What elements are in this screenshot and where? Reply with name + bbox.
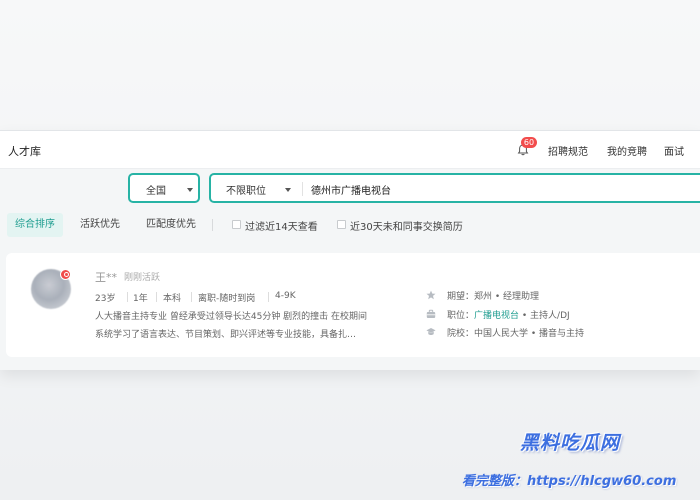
- candidate-description-line1: 人大播音主持专业 曾经承受过领导长达45分钟 剧烈的撞击 在校期间: [95, 312, 368, 322]
- candidate-education: 本科: [163, 294, 182, 304]
- candidate-age: 23岁: [95, 294, 116, 304]
- search-row: 全国 不限职位: [0, 171, 700, 207]
- position-filter-select[interactable]: 不限职位: [226, 182, 266, 197]
- watermark-brand: 黑料吃瓜网: [520, 432, 621, 454]
- candidate-card[interactable]: 王** 刚刚活跃 23岁 1年 本科 离职-随时到岗 4-9K 人大播音主持专业…: [6, 253, 700, 357]
- nav-interview[interactable]: 面试: [664, 143, 684, 158]
- divider: [212, 219, 213, 231]
- job-label: 职位：: [447, 311, 475, 321]
- nav-recruit-rules[interactable]: 招聘规范: [548, 143, 588, 158]
- divider: [302, 182, 303, 196]
- school-line: 院校：中国人民大学 • 播音与主持: [447, 326, 584, 339]
- nav-my-bids[interactable]: 我的竞聘: [607, 143, 647, 158]
- school-value: 中国人民大学 • 播音与主持: [474, 329, 585, 339]
- candidate-salary: 4-9K: [275, 291, 296, 301]
- candidate-status: 离职-随时到岗: [198, 294, 256, 304]
- expect-value: 郑州 • 经理助理: [474, 292, 540, 302]
- candidate-description-line2: 系统学习了语言表达、节目策划、即兴评述等专业技能，具备扎…: [95, 330, 357, 340]
- divider: [191, 292, 192, 302]
- divider: [156, 292, 157, 302]
- chevron-down-icon: [285, 188, 291, 192]
- briefcase-icon: [426, 309, 436, 318]
- search-icon: [60, 269, 71, 280]
- candidate-name[interactable]: 王**: [95, 269, 117, 285]
- notification-badge: 60: [521, 137, 537, 148]
- region-value: 全国: [146, 186, 166, 197]
- sort-tab-active-first[interactable]: 活跃优先: [80, 213, 120, 237]
- divider: [127, 292, 128, 302]
- divider: [268, 292, 269, 302]
- sort-tab-match-first[interactable]: 匹配度优先: [146, 213, 196, 237]
- candidate-experience: 1年: [133, 294, 148, 304]
- graduation-cap-icon: [426, 328, 436, 336]
- page-title: 人才库: [8, 145, 41, 158]
- expect-label: 期望：: [447, 292, 475, 302]
- job-role: • 主持人/DJ: [519, 311, 570, 321]
- activity-status: 刚刚活跃: [124, 273, 161, 283]
- sort-row: 综合排序 活跃优先 匹配度优先 过滤近14天查看 近30天未和同事交换简历: [0, 211, 700, 239]
- school-label: 院校：: [447, 329, 475, 339]
- filter-no-exchange-label[interactable]: 近30天未和同事交换简历: [350, 218, 463, 233]
- top-bar: 人才库 60 招聘规范 我的竞聘 面试: [0, 131, 700, 169]
- filter-recent-viewed-label[interactable]: 过滤近14天查看: [245, 218, 318, 233]
- watermark-url: 看完整版：https://hlcgw60.com: [462, 474, 677, 489]
- talent-pool-panel: 人才库 60 招聘规范 我的竞聘 面试 全国 不限职位 综合排序 活跃优先 匹配…: [0, 130, 700, 370]
- expect-line: 期望：郑州 • 经理助理: [447, 289, 539, 302]
- job-company-link[interactable]: 广播电视台: [474, 311, 519, 321]
- filter-recent-viewed-checkbox[interactable]: [232, 220, 241, 229]
- star-icon: [426, 290, 436, 300]
- job-line: 职位：广播电视台 • 主持人/DJ: [447, 308, 570, 321]
- watermark: 黑料吃瓜网 看完整版：https://hlcgw60.com: [460, 428, 700, 498]
- search-box: 不限职位: [209, 173, 700, 203]
- chevron-down-icon: [187, 188, 193, 192]
- filter-no-exchange-checkbox[interactable]: [337, 220, 346, 229]
- keyword-input[interactable]: [311, 180, 681, 198]
- region-select[interactable]: 全国: [128, 173, 200, 203]
- sort-tab-overall[interactable]: 综合排序: [7, 213, 63, 237]
